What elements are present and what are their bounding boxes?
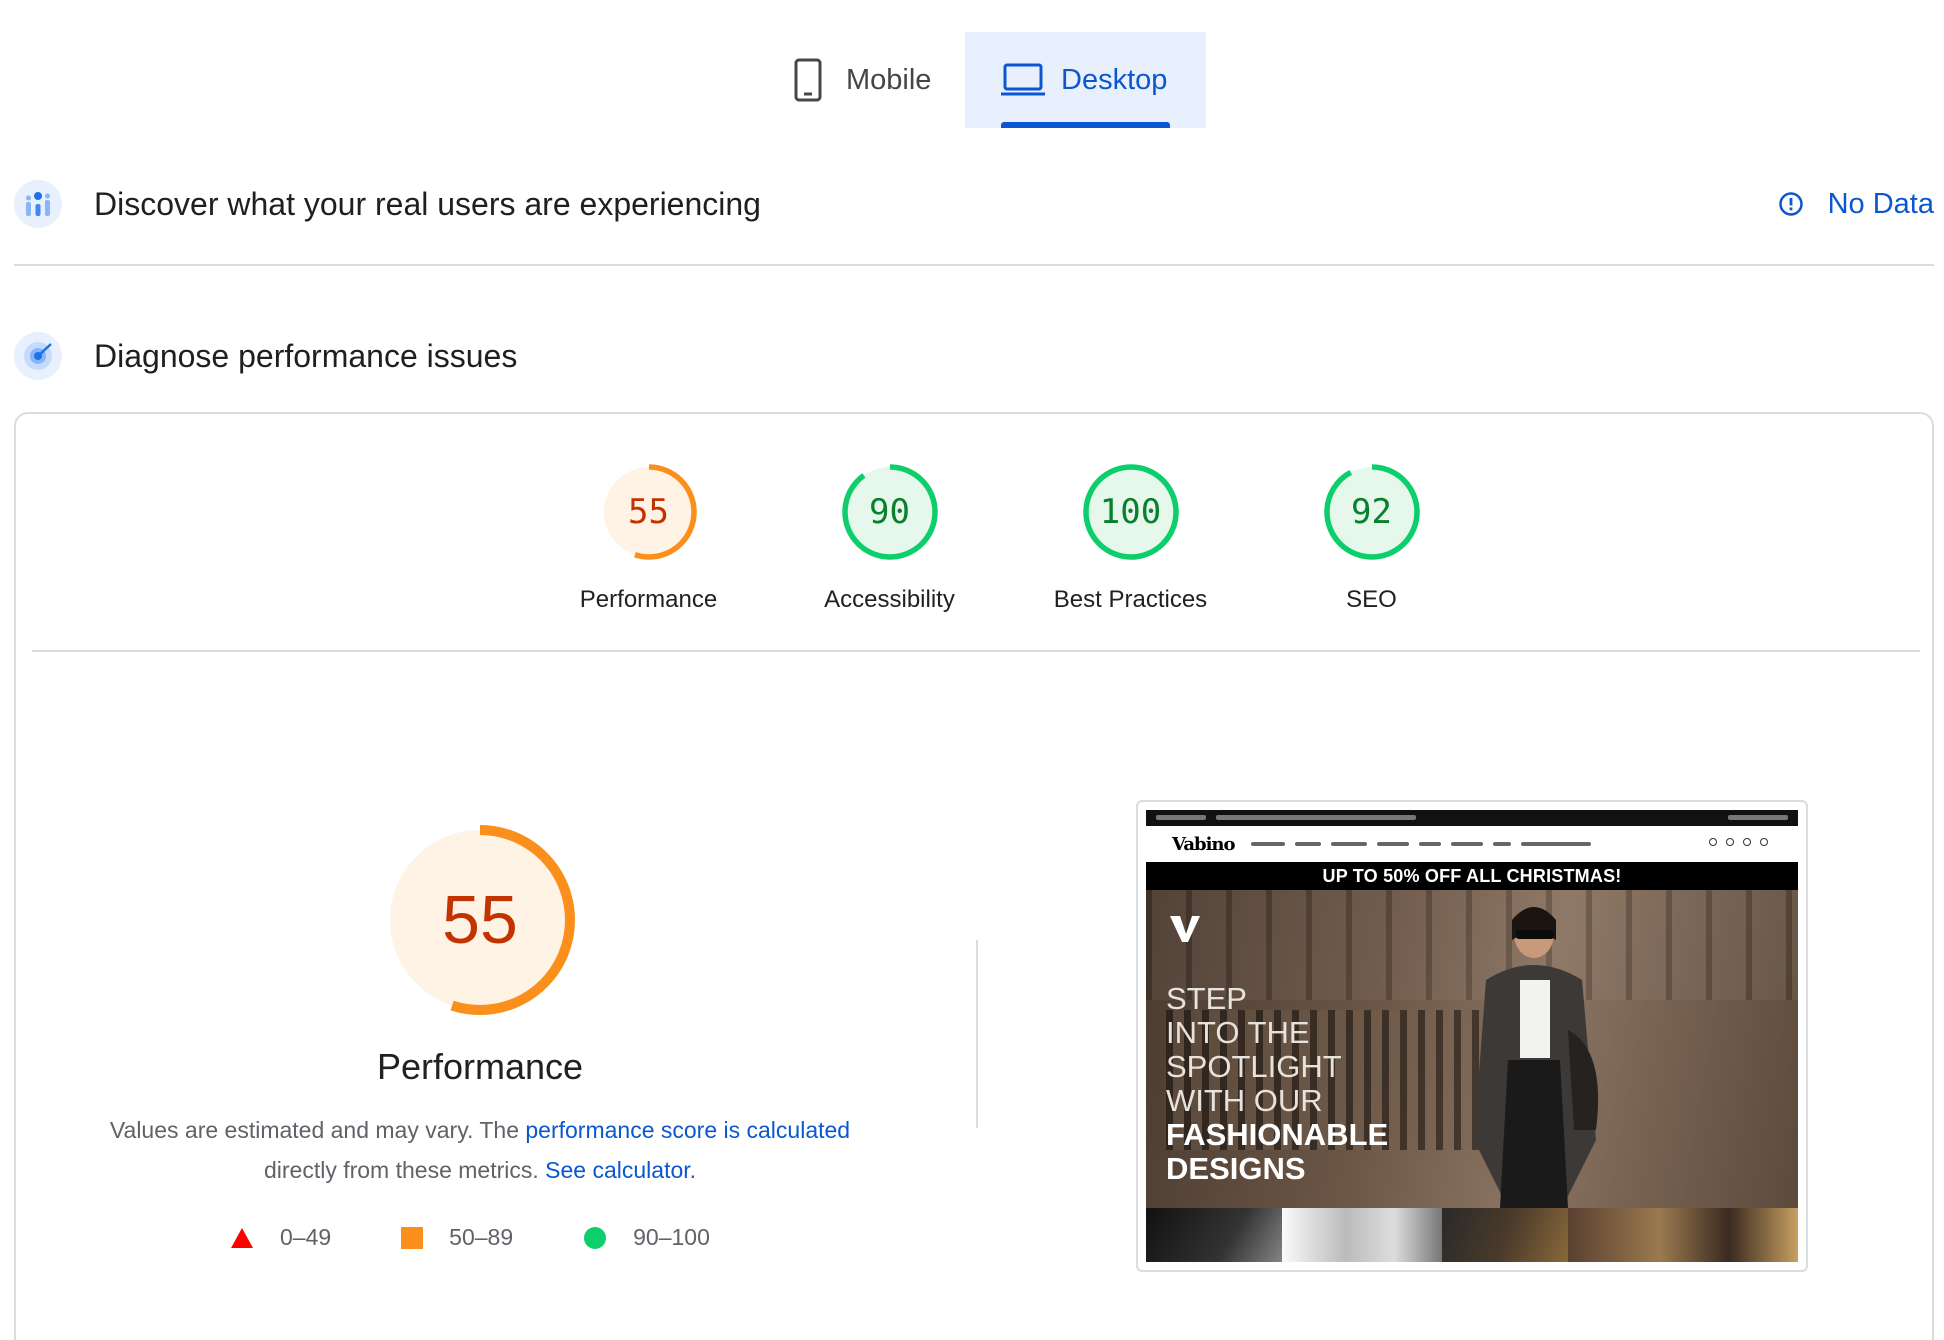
active-tab-indicator [1001, 122, 1170, 128]
category-gauges: 55 Performance 90 Accessibility 100 Best Prac… [528, 462, 1492, 614]
laptop-icon [1001, 58, 1045, 102]
performance-title: Performance [376, 1046, 584, 1087]
tab-mobile[interactable]: Mobile [750, 32, 965, 128]
hero-line-2: INTO THE [1166, 1015, 1310, 1050]
form-factor-tabs: Mobile Desktop [750, 32, 1206, 128]
tab-desktop[interactable]: Desktop [965, 32, 1206, 128]
diagnose-section-header: Diagnose performance issues [14, 332, 517, 380]
gauge-score: 100 [1099, 492, 1162, 532]
gauge-performance[interactable]: 55 Performance [528, 462, 769, 614]
hero-line-4: WITH OUR [1166, 1083, 1323, 1118]
screenshot-logo: Vabino [1172, 833, 1235, 855]
vertical-divider [976, 940, 978, 1128]
gauge-score: 90 [869, 492, 910, 532]
crux-section-header: Discover what your real users are experi… [14, 180, 1934, 228]
legend-average-label: 50–89 [449, 1224, 514, 1250]
card-divider [32, 650, 1920, 652]
phone-icon [786, 58, 830, 102]
gauge-score: 55 [628, 492, 669, 532]
screenshot-banner: UP TO 50% OFF ALL CHRISTMAS! [1146, 862, 1798, 890]
score-legend: 0–49 50–89 90–100 [230, 1224, 780, 1251]
screenshot-nav-links [1250, 842, 1591, 846]
triangle-icon [230, 1227, 254, 1249]
hero-line-5: FASHIONABLE [1166, 1117, 1389, 1152]
screenshot-announcement-bar [1146, 810, 1798, 826]
final-screenshot-image: Vabino UP TO 50% OFF ALL CHRISTMAS! STEP… [1146, 810, 1798, 1262]
final-screenshot[interactable]: Vabino UP TO 50% OFF ALL CHRISTMAS! STEP… [1136, 800, 1808, 1272]
legend-fail: 0–49 [230, 1224, 331, 1251]
gauge-accessibility[interactable]: 90 Accessibility [769, 462, 1010, 614]
gauge-circle: 100 [1081, 462, 1181, 562]
gauge-label: Performance [579, 586, 718, 613]
performance-score-large: 55 [442, 882, 518, 958]
crux-status[interactable]: No Data [1778, 188, 1934, 221]
hero-line-1: STEP [1166, 981, 1247, 1016]
desc-middle: directly from these metrics. [263, 1157, 546, 1183]
screenshot-hero-copy: STEP INTO THE SPOTLIGHT WITH OUR FASHION… [1166, 982, 1388, 1186]
legend-pass-label: 90–100 [633, 1224, 710, 1250]
legend-fail-label: 0–49 [280, 1224, 332, 1250]
gauge-circle: 90 [840, 462, 940, 562]
desc-prefix: Values are estimated and may vary. The [109, 1117, 526, 1143]
screenshot-nav: Vabino [1146, 826, 1798, 862]
gauge-circle: 92 [1322, 462, 1422, 562]
screenshot-nav-icons [1709, 838, 1768, 846]
tab-mobile-label: Mobile [846, 63, 932, 96]
score-calculated-link[interactable]: performance score is calculated [525, 1117, 850, 1143]
hero-line-6: DESIGNS [1166, 1151, 1306, 1186]
lighthouse-report-card: 55 Performance 90 Accessibility 100 Best Prac… [14, 412, 1934, 1340]
crux-status-label: No Data [1827, 187, 1934, 220]
legend-pass: 90–100 [583, 1224, 710, 1251]
gauge-label: Accessibility [824, 586, 955, 613]
diagnose-title: Diagnose performance issues [94, 337, 518, 374]
performance-description: Values are estimated and may vary. The p… [80, 1110, 880, 1190]
screenshot-thumbnail-strip [1146, 1208, 1798, 1262]
gauge-score: 92 [1351, 492, 1392, 532]
hero-line-3: SPOTLIGHT [1166, 1049, 1342, 1084]
screenshot-hero: STEP INTO THE SPOTLIGHT WITH OUR FASHION… [1146, 890, 1798, 1208]
performance-gauge-large: 55 [380, 820, 580, 1020]
circle-icon [583, 1226, 607, 1250]
gauge-circle: 55 [599, 462, 699, 562]
hero-model-figure [1474, 907, 1599, 1208]
gauge-best-practices[interactable]: 100 Best Practices [1010, 462, 1251, 614]
tab-desktop-label: Desktop [1061, 63, 1168, 96]
see-calculator-link[interactable]: See calculator. [545, 1157, 696, 1183]
gauge-label: SEO [1346, 586, 1397, 613]
section-divider [14, 264, 1934, 266]
lighthouse-target-icon [14, 332, 62, 380]
gauge-label: Best Practices [1053, 586, 1208, 613]
square-icon [401, 1226, 424, 1249]
crux-title: Discover what your real users are experi… [94, 185, 761, 222]
crux-chart-icon [14, 180, 62, 228]
screenshot-brand-icon [1168, 914, 1202, 951]
info-icon [1778, 191, 1804, 217]
legend-average: 50–89 [401, 1224, 513, 1251]
gauge-seo[interactable]: 92 SEO [1251, 462, 1492, 614]
